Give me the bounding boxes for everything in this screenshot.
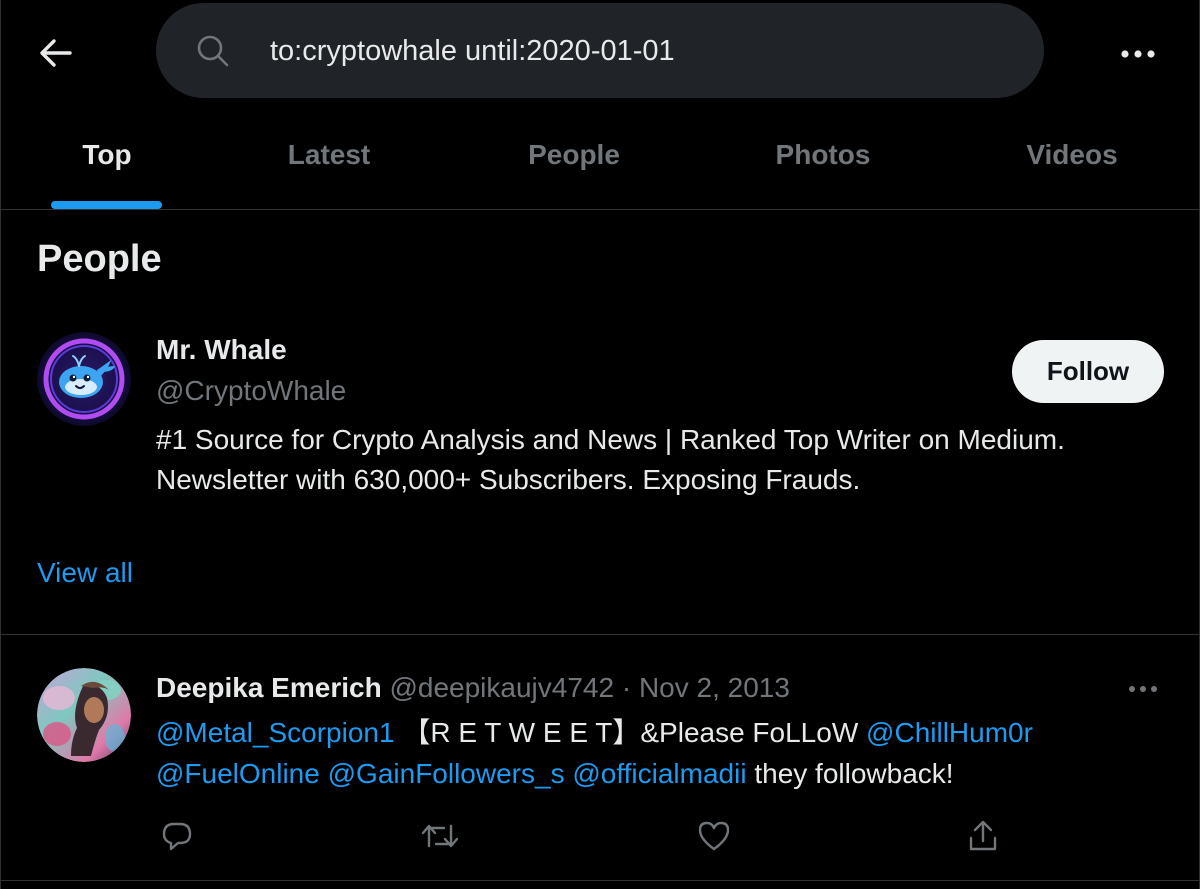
more-options-button[interactable] [1116,32,1160,76]
tweet-more-button[interactable] [1123,674,1163,704]
person-name[interactable]: Mr. Whale [156,334,287,366]
tab-latest[interactable]: Latest [213,100,445,210]
search-results-page: Top Latest People Photos Videos People [0,0,1200,889]
tab-top[interactable]: Top [1,100,213,210]
search-icon [197,35,229,67]
tweet-separator: · [621,672,632,703]
follow-button[interactable]: Follow [1012,340,1164,403]
search-box[interactable] [156,3,1044,98]
avatar[interactable] [37,332,131,426]
like-icon [698,821,730,851]
back-button[interactable] [35,32,77,74]
person-handle[interactable]: @CryptoWhale [156,375,346,407]
tweet-date[interactable]: Nov 2, 2013 [639,672,790,703]
tab-videos[interactable]: Videos [943,100,1200,210]
more-horizontal-icon [1121,50,1155,58]
tweet-header: Deepika Emerich @deepikaujv4742 · Nov 2,… [156,672,790,704]
people-section-title: People [37,238,162,280]
back-arrow-icon [40,39,72,67]
tab-photos[interactable]: Photos [703,100,943,210]
section-divider [1,634,1200,635]
view-all-link[interactable]: View all [37,557,133,589]
tweet[interactable]: Deepika Emerich @deepikaujv4742 · Nov 2,… [1,636,1200,880]
more-horizontal-icon [1129,686,1157,692]
reply-icon [162,822,192,851]
user-avatar-icon [37,668,131,762]
tweet-text: @Metal_Scorpion1 【R E T W E E T】&Please … [156,712,1166,794]
mention-link[interactable]: @officialmadii [572,758,746,789]
like-button[interactable] [694,816,734,856]
share-button[interactable] [963,816,1003,856]
mention-link[interactable]: @FuelOnline [156,758,320,789]
tab-people[interactable]: People [445,100,703,210]
retweet-button[interactable] [418,816,462,856]
mention-link[interactable]: @Metal_Scorpion1 [156,717,395,748]
whale-avatar-icon [37,332,131,426]
tweet-author-name[interactable]: Deepika Emerich [156,672,382,703]
person-bio-line: #1 Source for Crypto Analysis and News |… [156,424,1065,455]
reply-button[interactable] [157,816,197,856]
avatar[interactable] [37,668,131,762]
mention-link[interactable]: @ChillHum0r [866,717,1033,748]
person-bio: #1 Source for Crypto Analysis and News |… [156,420,1156,500]
tweet-divider [1,880,1200,881]
retweet-icon [421,824,459,848]
share-icon [969,820,997,851]
top-bar [1,0,1200,100]
tweet-author-handle[interactable]: @deepikaujv4742 [389,672,614,703]
person-bio-line: Newsletter with 630,000+ Subscribers. Ex… [156,464,861,495]
tweet-text-body: they followback! [746,758,954,789]
mention-link[interactable]: @GainFollowers_s [328,758,565,789]
search-input[interactable] [270,27,1010,75]
person-card[interactable]: Mr. Whale @CryptoWhale #1 Source for Cry… [1,320,1200,520]
tweet-text-body: 【R E T W E E T】&Please FoLLoW [394,717,867,748]
active-tab-indicator [51,201,162,209]
search-tabs: Top Latest People Photos Videos [1,100,1200,210]
